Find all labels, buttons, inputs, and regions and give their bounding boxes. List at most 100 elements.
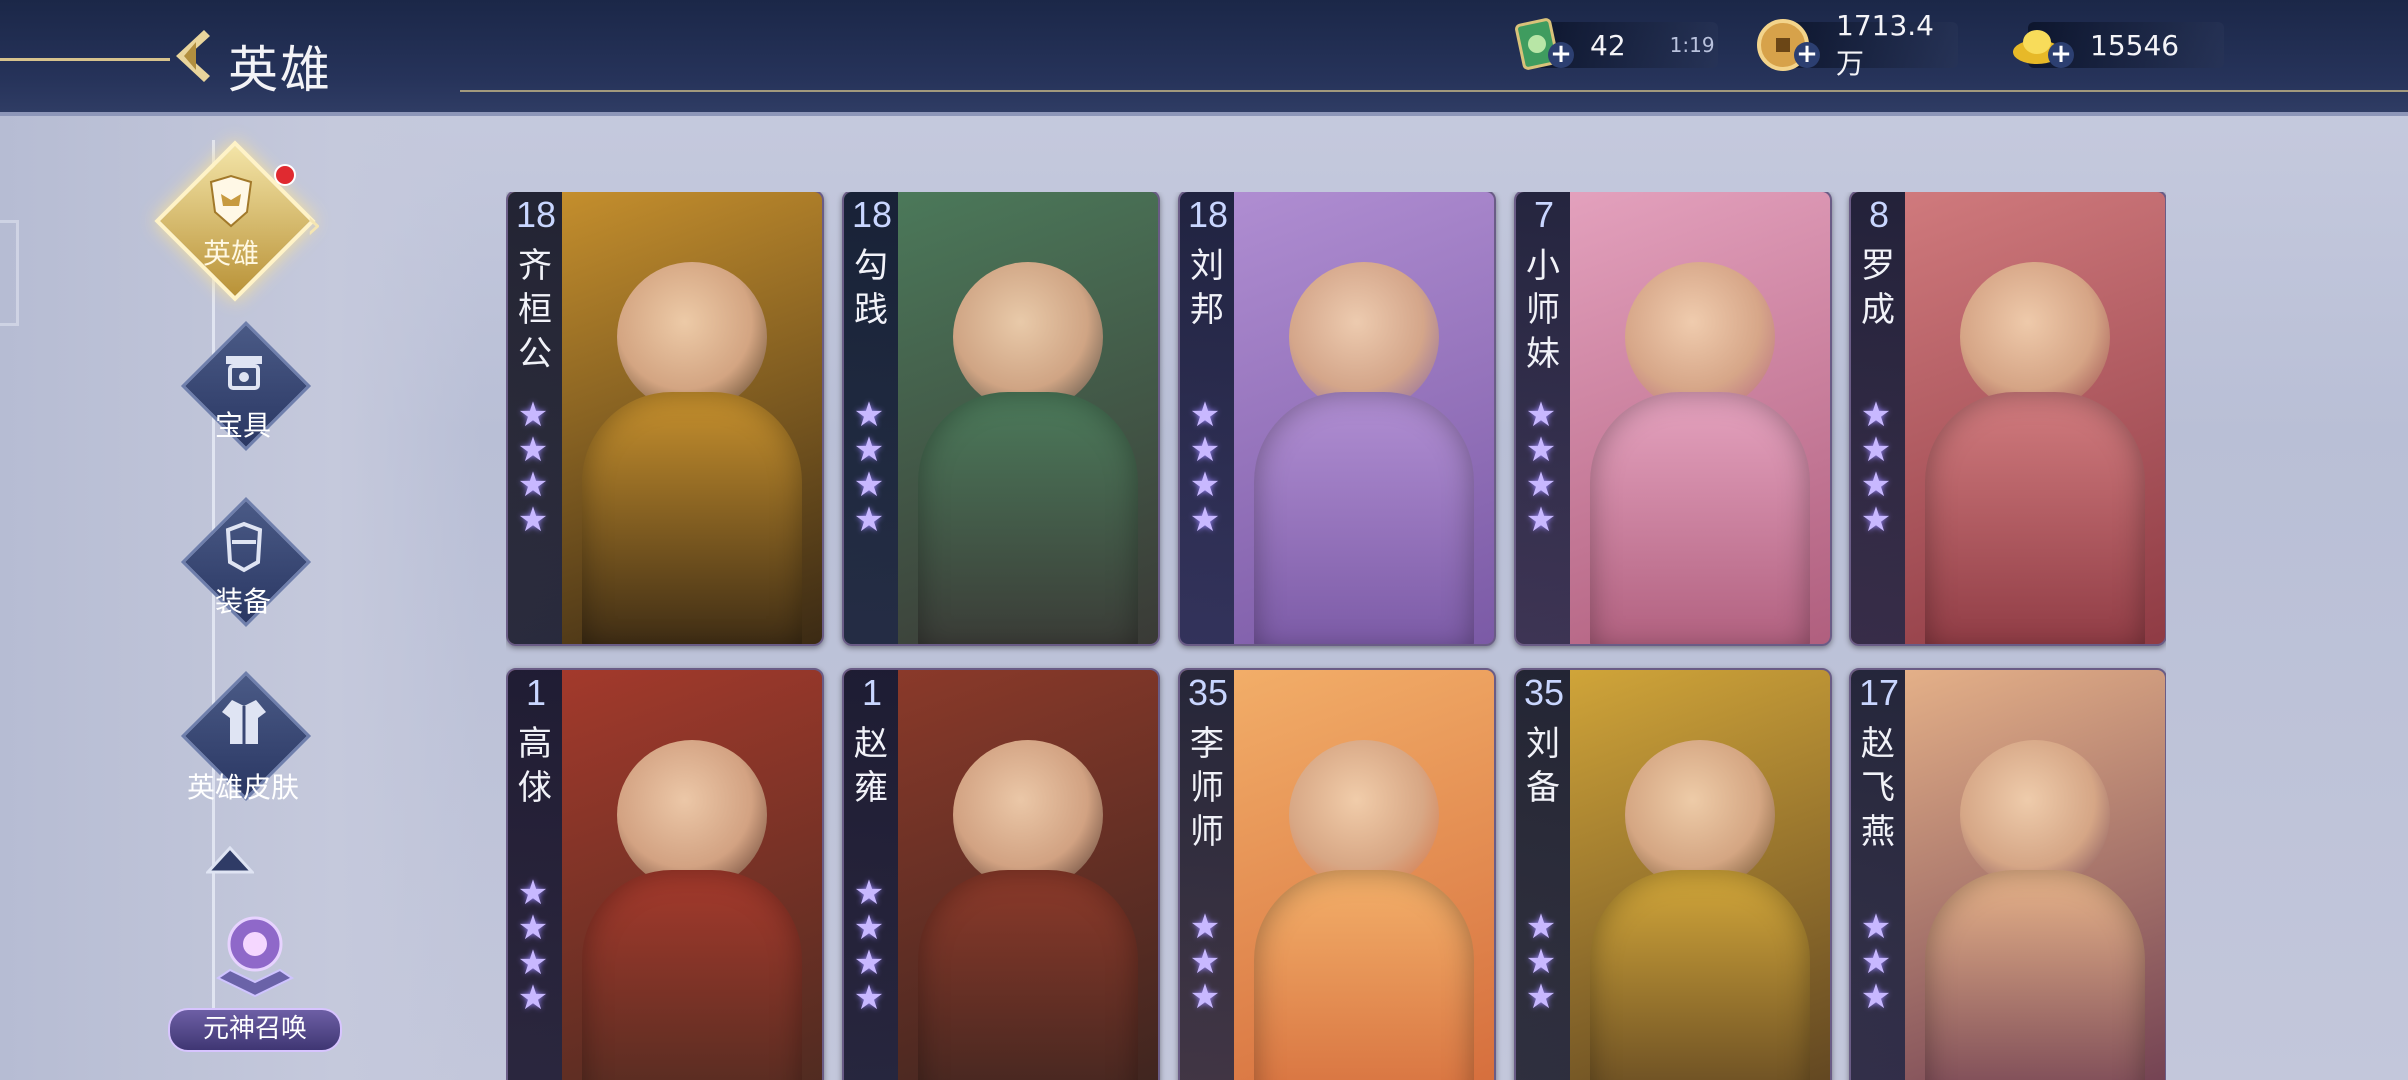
spirit-summon-button[interactable]: 元神召唤: [168, 900, 343, 1060]
hero-card[interactable]: 7 小师妹 ★ ★ ★ ★: [1514, 192, 1832, 646]
hero-card[interactable]: 35 刘备 ★ ★ ★: [1514, 668, 1832, 1080]
page-title: 英雄: [228, 41, 332, 99]
hero-name: 刘备: [1526, 724, 1560, 808]
star-icon: ★: [1860, 907, 1892, 947]
hero-level: 1: [861, 672, 883, 713]
star-icon: ★: [517, 395, 549, 435]
star-icon: ★: [1525, 395, 1557, 435]
star-icon: ★: [517, 908, 549, 948]
hero-level: 8: [1868, 194, 1890, 235]
sidebar-item-hero[interactable]: 英雄 ›: [154, 140, 322, 302]
star-icon: ★: [1189, 395, 1221, 435]
star-icon: ★: [517, 943, 549, 983]
back-button[interactable]: [170, 26, 214, 86]
hero-card[interactable]: 1 赵雍 ★ ★ ★ ★: [842, 668, 1160, 1080]
hero-portrait: [1570, 192, 1830, 644]
hero-card[interactable]: 18 齐桓公 ★ ★ ★ ★: [506, 192, 824, 646]
back-arrow-icon: [176, 30, 210, 82]
add-copper-button[interactable]: +: [1794, 41, 1820, 68]
star-icon: ★: [1525, 430, 1557, 470]
gold-ingot-counter[interactable]: + 15546: [2013, 22, 2224, 68]
hero-portrait: [898, 670, 1158, 1080]
skin-robe-icon: [222, 700, 266, 744]
hero-star-rating: ★ ★ ★: [1188, 910, 1228, 1015]
sidebar-item-label: 装备: [214, 585, 271, 618]
treasure-icon: [226, 356, 262, 390]
star-icon: ★: [853, 978, 885, 1018]
hero-portrait: [898, 192, 1158, 644]
summon-emblem-icon: [215, 916, 295, 998]
sidebar-item-treasure[interactable]: 宝具: [178, 318, 312, 452]
hero-level: 7: [1533, 194, 1555, 235]
hero-star-rating: ★ ★ ★ ★: [1524, 398, 1564, 538]
hero-card[interactable]: 1 高俅 ★ ★ ★ ★: [506, 668, 824, 1080]
hero-card-grid: 18 齐桓公 ★ ★ ★ ★ 18 勾践 ★ ★ ★ ★ 18 刘邦 ★ ★ ★ ★ 7 小师妹 ★ ★ ★ ★ 8 罗成 ★ ★ ★ ★…: [506, 192, 2166, 1080]
hero-portrait: [1234, 670, 1494, 1080]
star-icon: ★: [1189, 977, 1221, 1017]
hero-portrait: [1570, 670, 1830, 1080]
hero-card[interactable]: 17 赵飞燕 ★ ★ ★: [1849, 668, 2166, 1080]
star-icon: ★: [1189, 942, 1221, 982]
notification-dot: [274, 164, 296, 186]
hero-portrait: [1905, 192, 2165, 644]
star-icon: ★: [517, 465, 549, 505]
gold-ingot-value: 15546: [2090, 28, 2180, 62]
hero-card[interactable]: 35 李师师 ★ ★ ★: [1178, 668, 1496, 1080]
star-icon: ★: [517, 873, 549, 913]
hero-star-rating: ★ ★ ★: [1524, 910, 1564, 1015]
add-jade-button[interactable]: +: [1548, 41, 1574, 68]
hero-name: 赵飞燕: [1861, 724, 1895, 852]
hero-star-rating: ★ ★ ★ ★: [1859, 398, 1899, 538]
star-icon: ★: [1860, 977, 1892, 1017]
title-accent-line: [0, 58, 170, 61]
partial-nav-item[interactable]: [204, 845, 256, 874]
side-decoration: [0, 220, 19, 326]
star-icon: ★: [853, 873, 885, 913]
hero-card[interactable]: 8 罗成 ★ ★ ★ ★: [1849, 192, 2166, 646]
add-gold-button[interactable]: +: [2048, 41, 2074, 68]
hero-portrait: [1905, 670, 2165, 1080]
copper-coin-value: 1713.4万: [1836, 8, 1934, 80]
hero-card[interactable]: 18 刘邦 ★ ★ ★ ★: [1178, 192, 1496, 646]
star-icon: ★: [853, 465, 885, 505]
jade-token-value: 42: [1590, 28, 1626, 62]
hero-level: 35: [1187, 672, 1229, 713]
star-icon: ★: [853, 430, 885, 470]
sidebar-item-label: 英雄皮肤: [186, 771, 299, 804]
star-icon: ★: [1860, 500, 1892, 540]
star-icon: ★: [1189, 500, 1221, 540]
star-icon: ★: [853, 395, 885, 435]
sidebar-item-label: 宝具: [214, 409, 271, 442]
sidebar-item-label: 英雄: [202, 237, 259, 270]
hero-portrait: [1234, 192, 1494, 644]
hero-name: 小师妹: [1526, 246, 1560, 374]
hero-name: 刘邦: [1190, 246, 1224, 330]
star-icon: ★: [517, 500, 549, 540]
hero-name: 高俅: [518, 724, 552, 808]
hero-level: 18: [515, 194, 557, 235]
sidebar-item-skin[interactable]: 英雄皮肤: [178, 668, 312, 804]
hero-level: 18: [851, 194, 893, 235]
star-icon: ★: [1525, 500, 1557, 540]
copper-coin-counter[interactable]: + 1713.4万: [1757, 9, 1958, 80]
jade-token-counter[interactable]: + 42 1:19: [1515, 18, 1718, 70]
hero-level: 17: [1858, 672, 1900, 713]
hero-helmet-icon: [209, 174, 253, 228]
hero-name: 齐桓公: [518, 246, 552, 374]
hero-name: 赵雍: [854, 724, 888, 808]
star-icon: ★: [1189, 907, 1221, 947]
hero-star-rating: ★ ★ ★ ★: [516, 876, 556, 1016]
more-nav-icon: [204, 845, 256, 874]
star-icon: ★: [1189, 465, 1221, 505]
star-icon: ★: [853, 500, 885, 540]
hero-card[interactable]: 18 勾践 ★ ★ ★ ★: [842, 192, 1160, 646]
chevron-right-icon: ›: [306, 202, 322, 248]
hero-portrait: [562, 670, 822, 1080]
hero-level: 35: [1523, 672, 1565, 713]
star-icon: ★: [1525, 942, 1557, 982]
hero-name: 李师师: [1190, 724, 1224, 852]
hero-star-rating: ★ ★ ★ ★: [1188, 398, 1228, 538]
star-icon: ★: [1525, 465, 1557, 505]
sidebar-item-equipment[interactable]: 装备: [178, 494, 312, 628]
hero-star-rating: ★ ★ ★ ★: [852, 876, 892, 1016]
